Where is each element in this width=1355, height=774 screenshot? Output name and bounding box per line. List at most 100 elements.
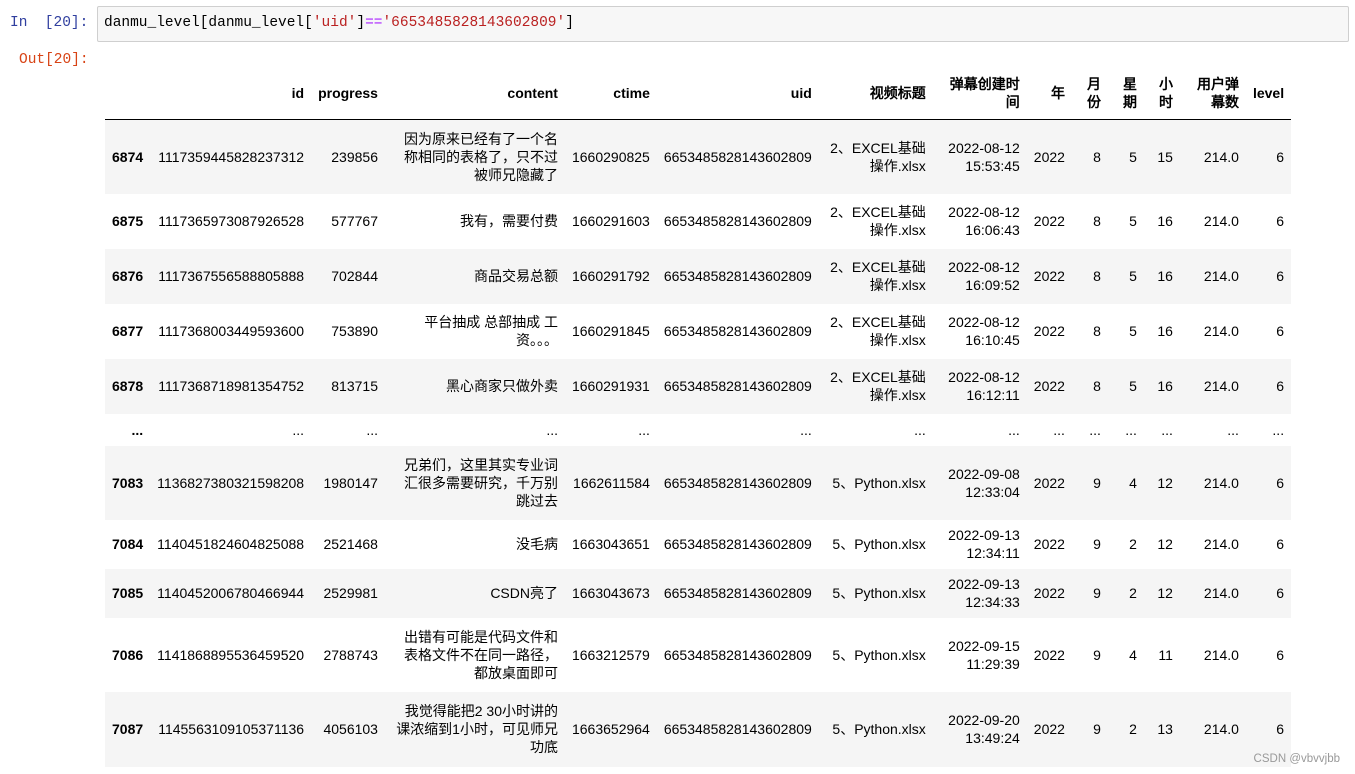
table-cell: 1141868895536459520 [157,646,305,663]
cell-text: 2022-08-12 16:12:11 [948,369,1020,403]
cell-text: 我觉得能把2 30小时讲的课浓缩到1小时，可见师兄功底 [396,703,558,755]
output-prompt: Out[20]: [19,52,89,68]
table-cell: ... [366,421,378,438]
table-cell: 2022 [1033,585,1065,601]
table-cell: 2022-08-12 16:12:11 [933,359,1027,414]
cell-text: 5、Python.xlsx [832,721,926,737]
header-row: id progress content ctime uid 视频标题 弹幕创建时间年月份 星期… [105,67,1292,120]
table-cell: 12 [1157,474,1173,491]
table-cell: 商品交易总额 [385,249,565,304]
table-cell: 2022 [1033,721,1065,737]
cell-text: CSDN亮了 [490,585,558,601]
cell-text: 2022-09-13 12:34:33 [948,576,1020,610]
table-cell: 5、Python.xlsx [819,520,933,569]
table-cell: 1663043673 [571,585,650,601]
table-cell: 5、Python.xlsx [819,692,933,767]
table-cell: 6 [1276,474,1285,491]
table-cell: 1660291845 [571,323,650,339]
table-cell: 2788743 [323,646,378,663]
table-cell: 753890 [331,323,378,339]
table-cell: 2022-08-12 16:10:45 [933,304,1027,359]
table-cell: 5 [1129,268,1137,284]
table-cell: 6653485828143602809 [663,536,812,552]
table-cell: 9 [1093,536,1101,552]
table-row: 6876 1117367556588805888 702844 商品交易总额 16602… [105,248,1292,304]
cell-text: 兄弟们，这里其实专业词汇很多需要研究，千万别跳过去 [403,456,558,509]
table-cell: 1117365973087926528 [158,213,305,229]
column-header: ctime [564,67,657,120]
table-row: 6878 1117368718981354752 813715 黑心商家只做外卖 166… [105,358,1292,414]
table-cell: 702844 [331,268,378,284]
table-cell: 239856 [331,148,378,165]
table-cell: 6 [1276,378,1285,394]
table-cell: ... [638,421,650,438]
index-header [105,67,151,120]
table-cell: 13 [1157,721,1173,737]
table-cell: 2、EXCEL基础操作.xlsx [819,304,933,359]
table-cell: 2022 [1033,148,1065,165]
table-cell: 黑心商家只做外卖 [385,359,565,414]
cell-text: 2022-09-20 13:49:24 [948,712,1020,746]
cell-text: 5、Python.xlsx [832,585,926,601]
table-cell: 12 [1157,585,1173,601]
row-index: 6878 [112,378,144,394]
column-header: id [150,67,312,120]
table-cell: ... [1161,421,1173,438]
table-cell: 2022 [1033,378,1065,394]
cell-text: 2、EXCEL基础操作.xlsx [830,314,926,348]
row-index: 6876 [112,268,144,284]
table-cell: ... [1008,421,1020,438]
table-cell: 12 [1157,536,1173,552]
code-part: ] [565,15,574,31]
table-cell: 6653485828143602809 [663,268,812,284]
cell-text: 2、EXCEL基础操作.xlsx [830,204,926,238]
table-cell: 2022 [1033,213,1065,229]
row-index: 6875 [112,213,144,229]
table-cell: 15 [1157,148,1173,165]
table-cell: 1140452006780466944 [157,585,305,601]
table-cell: ... [1125,421,1137,438]
code-string: 'uid' [312,15,357,31]
cell-text: 2、EXCEL基础操作.xlsx [830,369,926,403]
table-row: 7083 1136827380321598208 1980147 兄弟们，这里其实专业… [105,445,1292,520]
cell-text: 黑心商家只做外卖 [445,378,558,394]
table-cell: 2 [1129,536,1137,552]
table-cell: 8 [1093,213,1101,229]
cell-text: 2、EXCEL基础操作.xlsx [830,139,926,174]
table-row: ........................................… [105,413,1292,446]
table-cell: 5 [1129,323,1137,339]
table-row: 7087 1145563109105371136 4056103 我觉得能把2 30小… [105,691,1292,767]
code-part: ] [356,15,366,31]
table-cell: 6 [1276,646,1285,663]
cell-text: 5、Python.xlsx [832,474,926,491]
table-cell: 1117359445828237312 [158,148,305,165]
table-cell: 214.0 [1203,536,1239,552]
table-cell: 1660291603 [571,213,650,229]
row-index: 7086 [112,646,144,663]
table-cell: 1136827380321598208 [157,474,305,491]
table-cell: 因为原来已经有了一个名称相同的表格了，只不过被师兄隐藏了 [385,120,565,194]
cell-text: 我有，需要付费 [459,213,558,229]
table-cell: 2022-08-12 16:09:52 [933,249,1027,304]
table-cell: ... [914,421,926,438]
cell-text: 2022-08-12 15:53:45 [948,139,1020,174]
code-line[interactable]: danmu_level[danmu_level['uid']=='6653485… [104,15,574,31]
table-cell: 8 [1093,323,1101,339]
table-cell: 2 [1129,721,1137,737]
table-cell: ... [1053,421,1065,438]
cell-text: 出错有可能是代码文件和表格文件不在同一路径，都放桌面即可 [403,628,558,681]
table-cell: 1662611584 [573,474,650,491]
table-cell: ... [292,421,305,438]
cell-text: 5、Python.xlsx [832,536,926,552]
code-input-area[interactable]: danmu_level[danmu_level['uid']=='6653485… [97,6,1349,42]
row-index: 7087 [112,721,144,737]
column-header: progress [311,67,385,120]
table-cell: 6653485828143602809 [663,646,812,663]
table-cell: 1660291931 [571,378,650,394]
table-cell: 6 [1276,213,1285,229]
column-header: level [1245,67,1292,120]
table-cell: 813715 [331,378,378,394]
column-header-label: 用户弹幕数 [1196,76,1239,110]
table-cell: 2、EXCEL基础操作.xlsx [819,120,933,194]
table-cell: 2521468 [323,536,378,552]
